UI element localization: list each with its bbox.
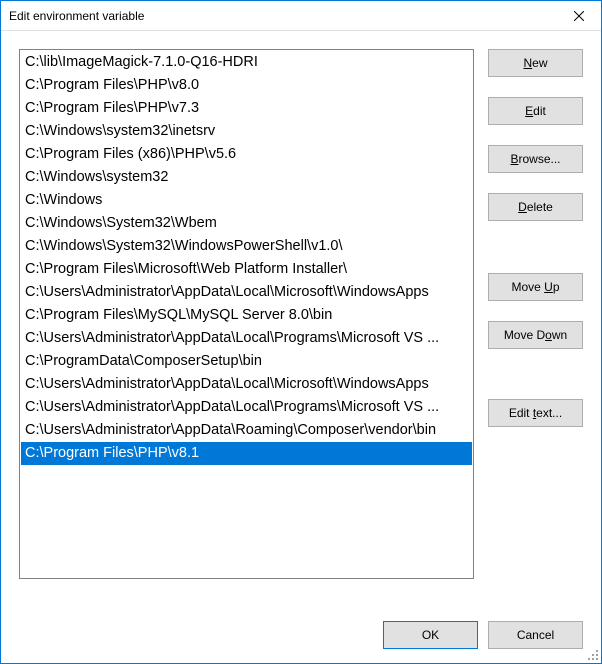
path-listbox-inner: C:\lib\ImageMagick-7.1.0-Q16-HDRIC:\Prog… [20,50,473,466]
list-item[interactable]: C:\Windows\System32\WindowsPowerShell\v1… [21,235,472,258]
list-item[interactable]: C:\Windows [21,189,472,212]
label: Browse... [510,152,560,166]
move-down-button[interactable]: Move Down [488,321,583,349]
list-item[interactable]: C:\Users\Administrator\AppData\Local\Mic… [21,281,472,304]
edit-button[interactable]: Edit [488,97,583,125]
list-item[interactable]: C:\Users\Administrator\AppData\Roaming\C… [21,419,472,442]
list-item[interactable]: C:\Users\Administrator\AppData\Local\Pro… [21,396,472,419]
label: Move Down [504,328,567,342]
resize-grip[interactable] [586,648,600,662]
list-item[interactable]: C:\Windows\System32\Wbem [21,212,472,235]
cancel-button[interactable]: Cancel [488,621,583,649]
edit-text-button[interactable]: Edit text... [488,399,583,427]
list-item[interactable]: C:\Windows\system32\inetsrv [21,120,472,143]
label: New [523,56,547,70]
label: Move Up [511,280,559,294]
list-item[interactable]: C:\Users\Administrator\AppData\Local\Mic… [21,373,472,396]
list-item[interactable]: C:\Program Files (x86)\PHP\v5.6 [21,143,472,166]
list-item[interactable]: C:\Program Files\PHP\v7.3 [21,97,472,120]
client-area: C:\lib\ImageMagick-7.1.0-Q16-HDRIC:\Prog… [1,31,601,663]
list-item[interactable]: C:\Program Files\PHP\v8.0 [21,74,472,97]
list-item[interactable]: C:\Windows\system32 [21,166,472,189]
label: Delete [518,200,553,214]
label: Edit text... [509,406,562,420]
window-title: Edit environment variable [9,9,556,23]
delete-button[interactable]: Delete [488,193,583,221]
main-row: C:\lib\ImageMagick-7.1.0-Q16-HDRIC:\Prog… [19,49,583,597]
path-listbox[interactable]: C:\lib\ImageMagick-7.1.0-Q16-HDRIC:\Prog… [19,49,474,579]
list-item[interactable]: C:\Program Files\PHP\v8.1 [21,442,472,465]
browse-button[interactable]: Browse... [488,145,583,173]
close-icon [574,11,584,21]
new-button[interactable]: New [488,49,583,77]
list-item[interactable]: C:\Users\Administrator\AppData\Local\Pro… [21,327,472,350]
move-up-button[interactable]: Move Up [488,273,583,301]
side-button-column: New Edit Browse... Delete Move Up [488,49,583,597]
titlebar: Edit environment variable [1,1,601,31]
dialog-footer: OK Cancel [19,621,583,649]
label: Edit [525,104,546,118]
list-item[interactable]: C:\lib\ImageMagick-7.1.0-Q16-HDRI [21,51,472,74]
list-item[interactable]: C:\Program Files\MySQL\MySQL Server 8.0\… [21,304,472,327]
ok-button[interactable]: OK [383,621,478,649]
close-button[interactable] [556,1,601,30]
list-item[interactable]: C:\Program Files\Microsoft\Web Platform … [21,258,472,281]
dialog-window: Edit environment variable C:\lib\ImageMa… [0,0,602,664]
list-item[interactable]: C:\ProgramData\ComposerSetup\bin [21,350,472,373]
